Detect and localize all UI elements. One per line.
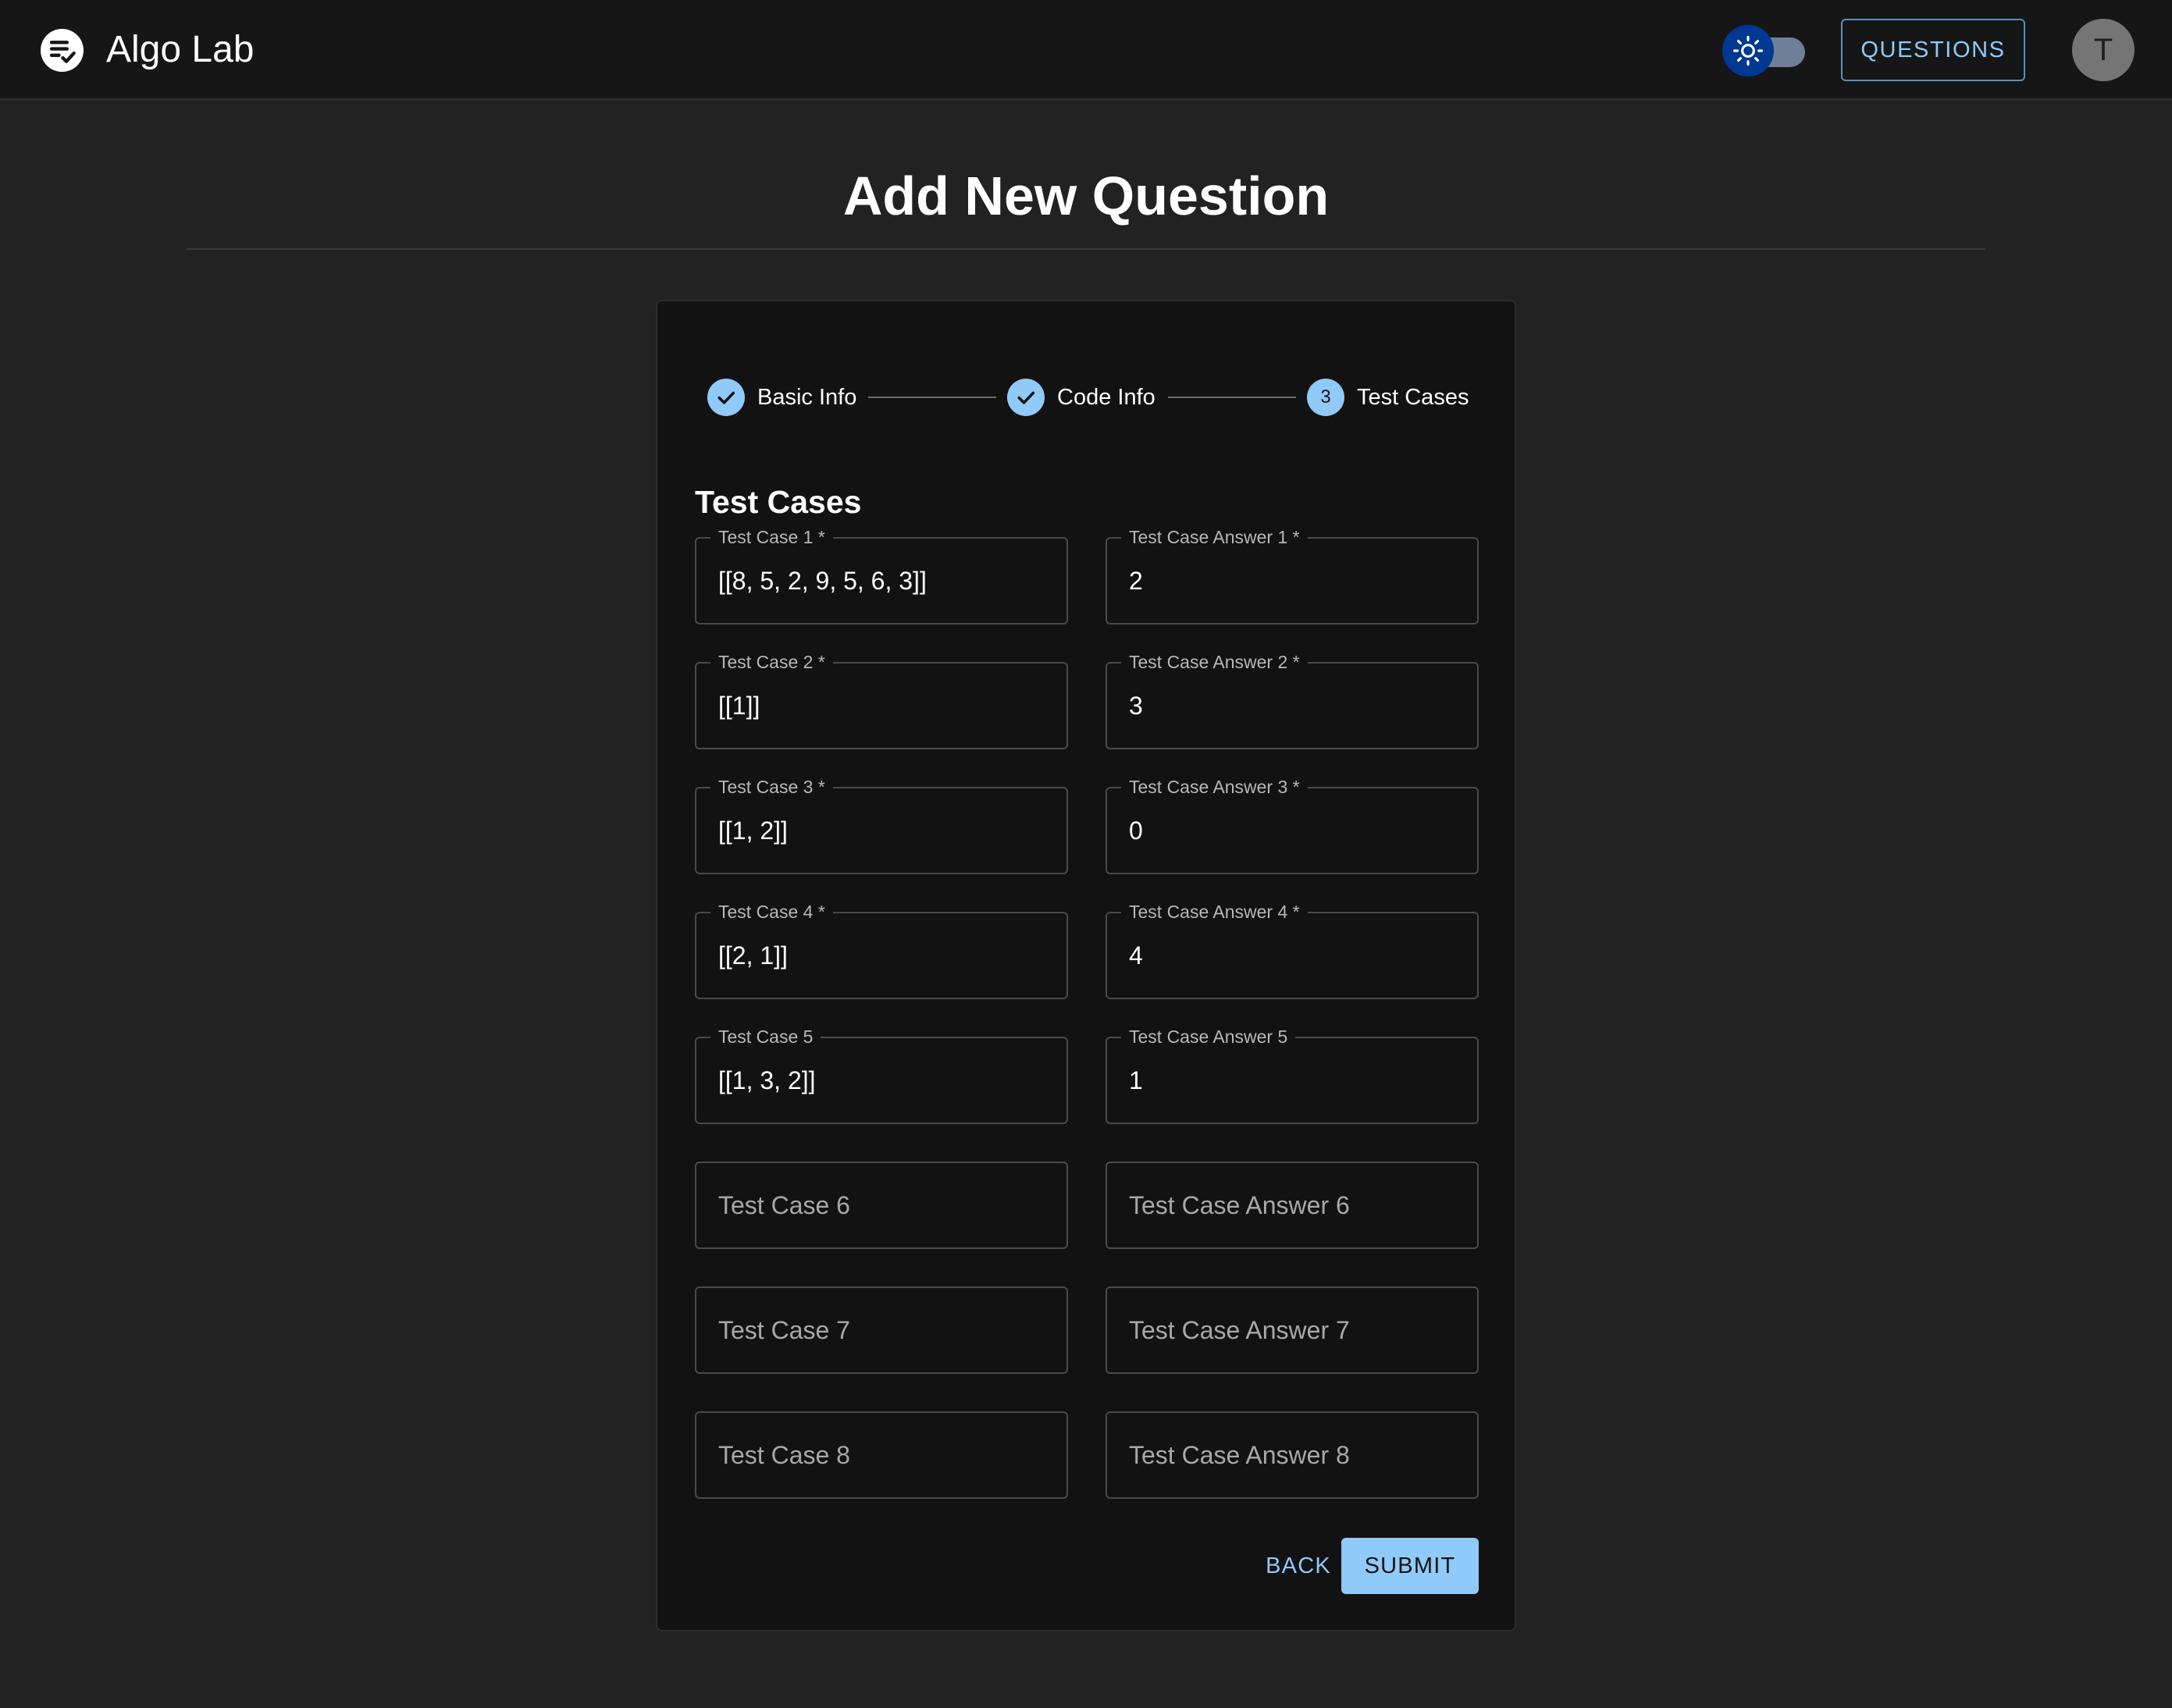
field-value[interactable]: [[1, 2]] <box>718 788 788 873</box>
step-number-badge: 3 <box>1307 379 1344 416</box>
test-case-input-5[interactable]: Test Case 5 [[1, 3, 2]] <box>695 1026 1068 1124</box>
field-placeholder[interactable]: Test Case 7 <box>718 1288 850 1372</box>
test-case-answer-input-1[interactable]: Test Case Answer 1 * 2 <box>1106 526 1479 624</box>
step-completed-icon <box>1007 379 1045 416</box>
check-icon <box>717 391 735 404</box>
field-value[interactable]: 2 <box>1129 539 1143 623</box>
title-divider <box>187 248 1985 250</box>
theme-toggle[interactable] <box>1722 23 1805 77</box>
field-label: Test Case Answer 2 * <box>1121 651 1308 673</box>
section-title: Test Cases <box>695 484 862 520</box>
test-case-input-7[interactable]: Test Case 7 <box>695 1286 1068 1374</box>
test-case-input-3[interactable]: Test Case 3 * [[1, 2]] <box>695 776 1068 874</box>
app-bar: Algo Lab QUESTIONS T <box>0 0 2172 100</box>
step-test-cases: 3 Test Cases <box>1307 378 1469 417</box>
step-label: Test Cases <box>1357 384 1469 410</box>
step-label: Basic Info <box>757 384 857 410</box>
field-value[interactable]: [[2, 1]] <box>718 913 788 998</box>
field-value[interactable]: [[1, 3, 2]] <box>718 1038 816 1123</box>
page-title: Add New Question <box>842 165 1330 226</box>
field-value[interactable]: 0 <box>1129 788 1143 873</box>
test-case-input-6[interactable]: Test Case 6 <box>695 1162 1068 1249</box>
step-basic-info: Basic Info <box>707 378 856 417</box>
field-placeholder[interactable]: Test Case Answer 8 <box>1129 1413 1350 1497</box>
field-placeholder[interactable]: Test Case 8 <box>718 1413 850 1497</box>
avatar[interactable]: T <box>2072 19 2135 81</box>
field-label: Test Case Answer 1 * <box>1121 526 1308 548</box>
step-connector <box>868 397 996 398</box>
field-label: Test Case Answer 4 * <box>1121 901 1308 923</box>
test-case-answer-input-5[interactable]: Test Case Answer 5 1 <box>1106 1026 1479 1124</box>
field-value[interactable]: 3 <box>1129 664 1143 748</box>
test-case-input-8[interactable]: Test Case 8 <box>695 1411 1068 1499</box>
step-code-info: Code Info <box>1007 378 1155 417</box>
step-completed-icon <box>707 379 745 416</box>
submit-button[interactable]: SUBMIT <box>1341 1538 1479 1594</box>
test-case-answer-input-8[interactable]: Test Case Answer 8 <box>1106 1411 1479 1499</box>
field-value[interactable]: [[1]] <box>718 664 760 748</box>
question-form-card: Basic Info Code Info 3 Test Cases Test C… <box>656 300 1516 1631</box>
test-case-answer-input-7[interactable]: Test Case Answer 7 <box>1106 1286 1479 1374</box>
theme-toggle-thumb[interactable] <box>1722 25 1774 77</box>
test-case-answer-input-2[interactable]: Test Case Answer 2 * 3 <box>1106 651 1479 749</box>
test-case-input-4[interactable]: Test Case 4 * [[2, 1]] <box>695 901 1068 999</box>
field-placeholder[interactable]: Test Case Answer 7 <box>1129 1288 1350 1372</box>
questions-button[interactable]: QUESTIONS <box>1841 19 2025 81</box>
field-placeholder[interactable]: Test Case 6 <box>718 1163 850 1247</box>
test-case-answer-input-6[interactable]: Test Case Answer 6 <box>1106 1162 1479 1249</box>
step-label: Code Info <box>1057 384 1155 410</box>
test-case-input-2[interactable]: Test Case 2 * [[1]] <box>695 651 1068 749</box>
test-case-answer-input-3[interactable]: Test Case Answer 3 * 0 <box>1106 776 1479 874</box>
field-value[interactable]: 4 <box>1129 913 1143 998</box>
step-connector <box>1168 397 1296 398</box>
field-label: Test Case Answer 5 <box>1121 1026 1296 1048</box>
quiz-check-icon[interactable] <box>41 29 84 72</box>
sun-icon <box>1732 35 1764 66</box>
field-label: Test Case Answer 3 * <box>1121 776 1308 798</box>
test-case-answer-input-4[interactable]: Test Case Answer 4 * 4 <box>1106 901 1479 999</box>
test-case-input-1[interactable]: Test Case 1 * [[8, 5, 2, 9, 5, 6, 3]] <box>695 526 1068 624</box>
field-placeholder[interactable]: Test Case Answer 6 <box>1129 1163 1350 1247</box>
app-title[interactable]: Algo Lab <box>106 25 255 75</box>
field-value[interactable]: [[8, 5, 2, 9, 5, 6, 3]] <box>718 539 927 623</box>
check-icon <box>1017 391 1035 404</box>
field-value[interactable]: 1 <box>1129 1038 1143 1123</box>
